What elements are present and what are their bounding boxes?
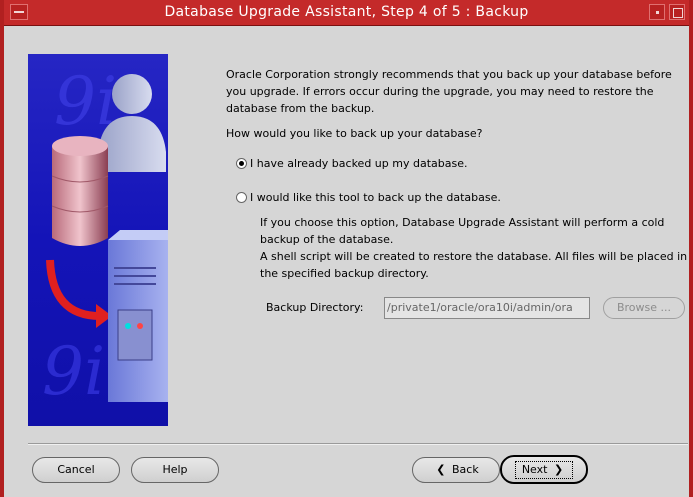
maximize-button[interactable] [669,4,685,20]
help-button[interactable]: Help [131,457,219,483]
option-description-line-1: If you choose this option, Database Upgr… [260,216,665,246]
backup-directory-label: Backup Directory: [266,301,364,314]
option-label: I have already backed up my database. [250,157,468,170]
option-already-backed-up[interactable]: I have already backed up my database. [236,157,467,170]
next-focus-ring: Next ❯ [514,461,574,479]
next-button[interactable]: Next ❯ [500,455,588,484]
cancel-button[interactable]: Cancel [32,457,120,483]
title-bar: Database Upgrade Assistant, Step 4 of 5 … [4,0,689,26]
intro-section: Oracle Corporation strongly recommends t… [226,66,691,142]
option-description-line-2: A shell script will be created to restor… [260,250,688,280]
option-description: If you choose this option, Database Upgr… [260,214,690,282]
minimize-button[interactable] [649,4,665,20]
option-tool-backup[interactable]: I would like this tool to back up the da… [236,191,501,204]
question-text: How would you like to back up your datab… [226,127,483,140]
radio-button[interactable] [236,192,247,203]
back-arrow-icon: ❮ [436,463,446,476]
oracle-9i-illustration: 9i 9i [28,54,168,426]
browse-button[interactable]: Browse ... [603,297,685,319]
dialog-window: Database Upgrade Assistant, Step 4 of 5 … [0,0,693,497]
database-cylinder-icon [52,146,108,246]
option-label: I would like this tool to back up the da… [250,191,501,204]
graphic-text-bottom: 9i [42,333,105,410]
person-head-icon [112,74,152,114]
next-label: Next [521,463,548,476]
divider [28,443,688,445]
next-arrow-icon: ❯ [553,463,564,476]
back-label: Back [452,463,479,476]
backup-arrow-icon [46,259,101,320]
window-title: Database Upgrade Assistant, Step 4 of 5 … [164,4,529,20]
backup-directory-field[interactable]: /private1/oracle/ora10i/admin/ora [384,297,590,319]
radio-button[interactable] [236,158,247,169]
intro-text: Oracle Corporation strongly recommends t… [226,68,672,115]
back-button[interactable]: ❮ Back [412,457,500,483]
